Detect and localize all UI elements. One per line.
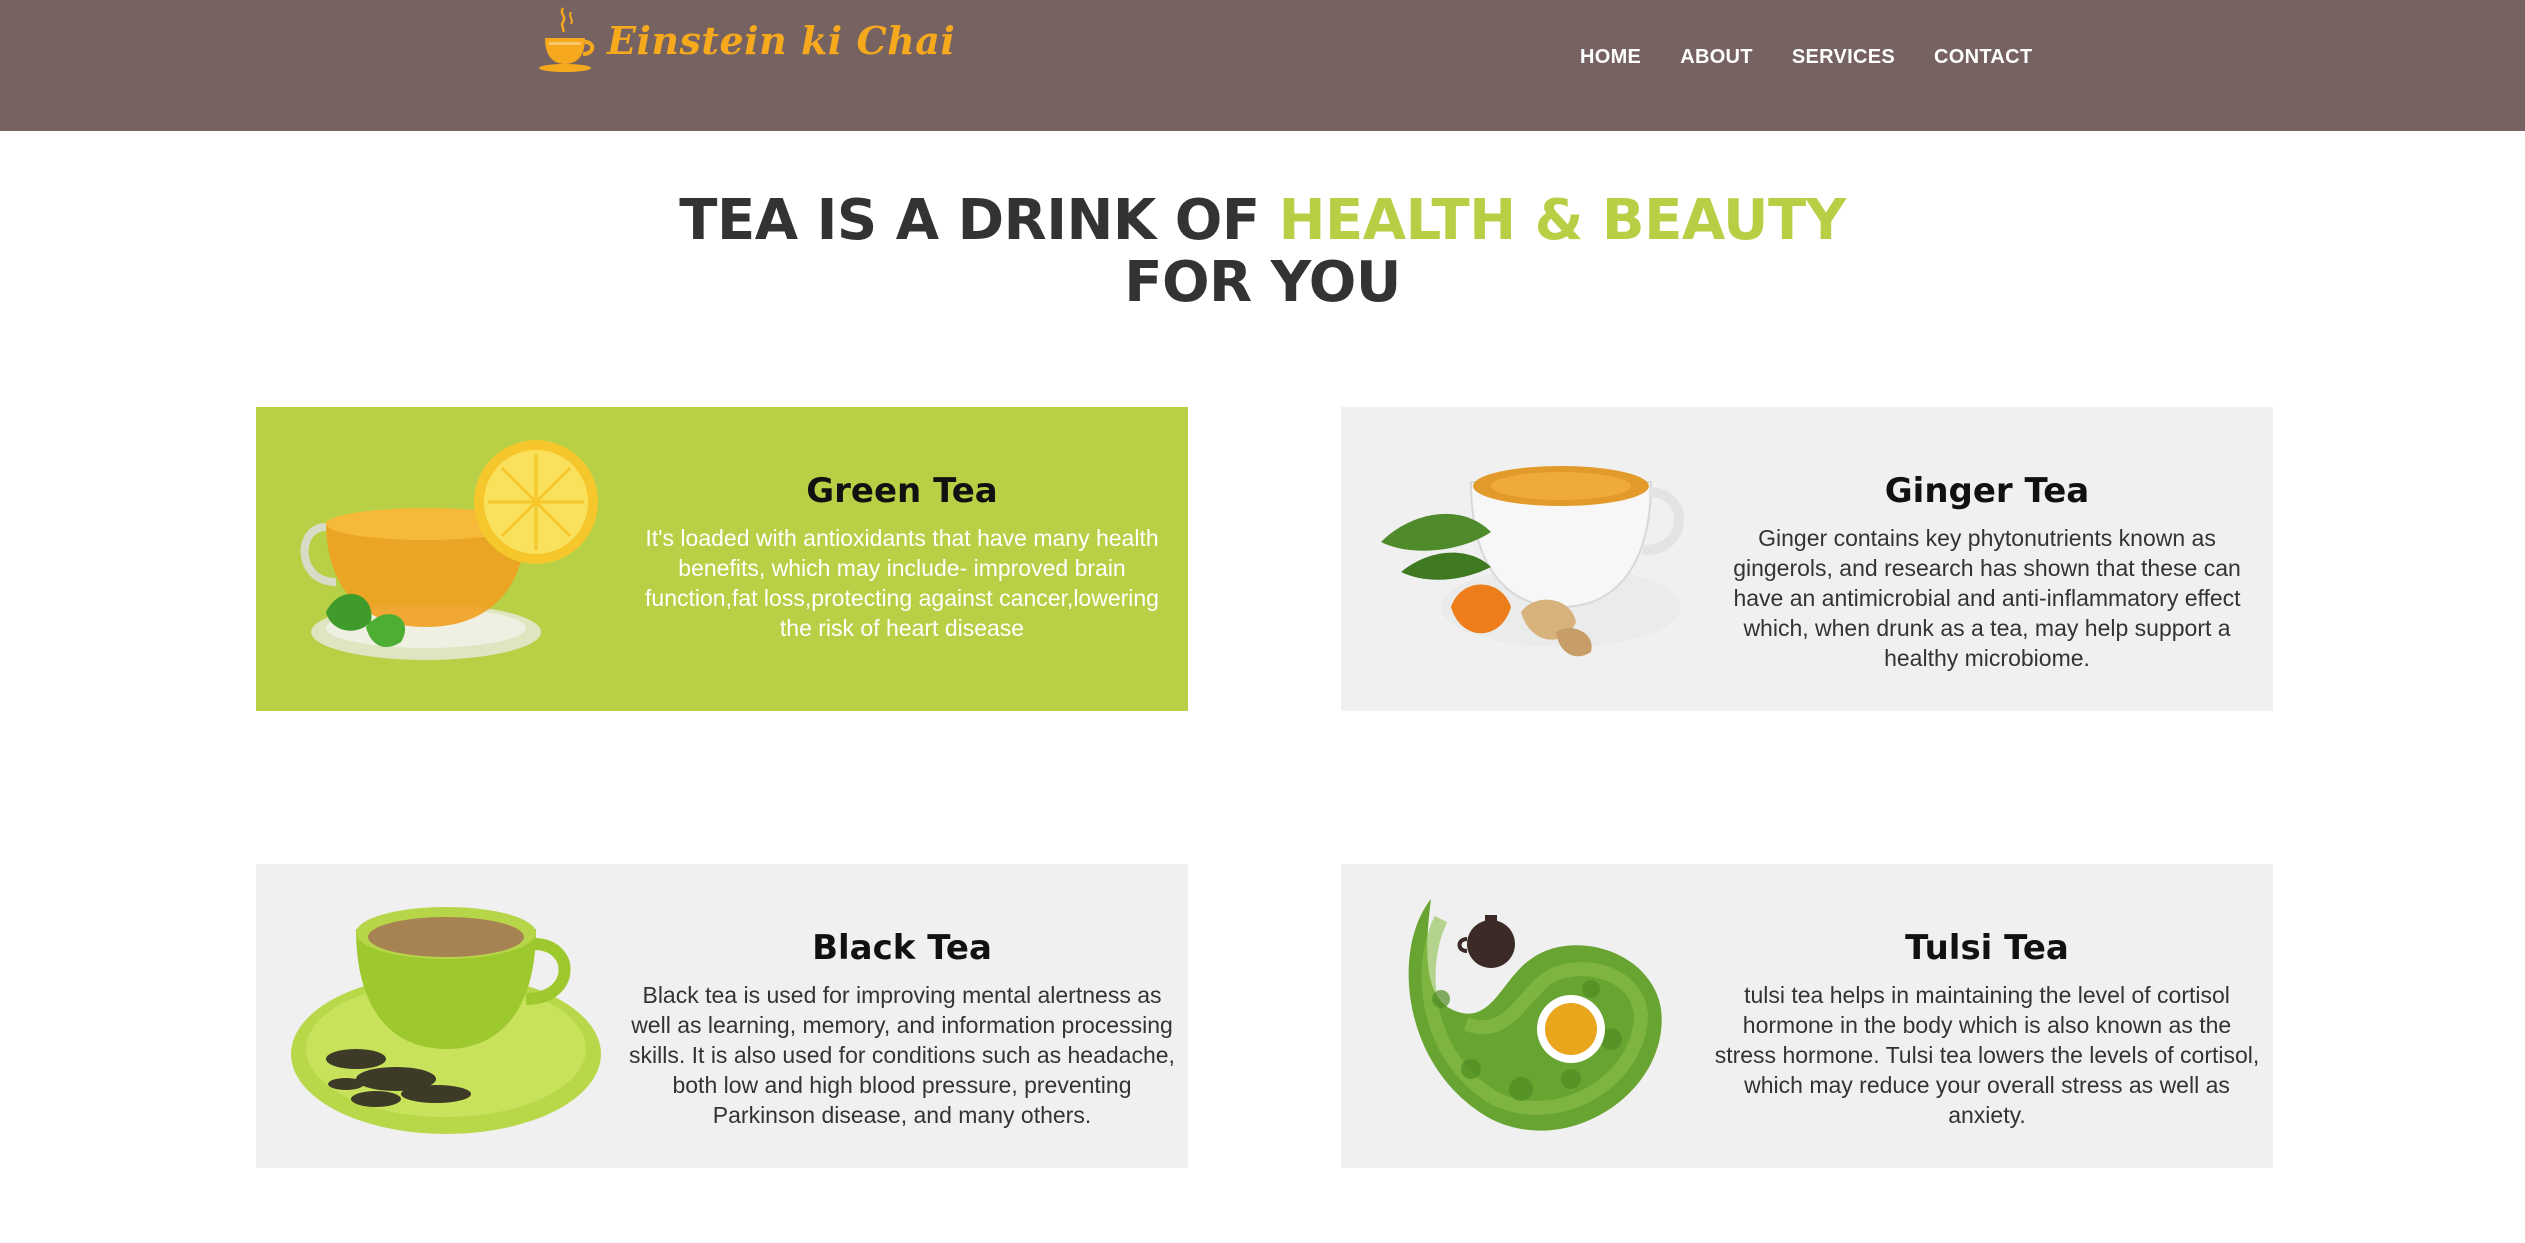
card-description: It's loaded with antioxidants that have … (645, 525, 1159, 641)
nav-contact[interactable]: CONTACT (1934, 46, 2032, 69)
green-tea-cup-image (300, 440, 598, 660)
nav-home[interactable]: HOME (1580, 46, 1641, 69)
tea-card-green: Green Tea It's loaded with antioxidants … (256, 407, 1188, 711)
hero-title: TEA IS A DRINK OF HEALTH & BEAUTY FOR YO… (0, 190, 2525, 314)
hero-line2: FOR YOU (1124, 250, 1401, 315)
tea-card-ginger: Ginger Tea Ginger contains key phytonutr… (1341, 407, 2273, 711)
nav-services[interactable]: SERVICES (1792, 46, 1895, 69)
brand-logo[interactable]: Einstein ki Chai (533, 4, 955, 76)
card-description: tulsi tea helps in maintaining the level… (1714, 982, 2260, 1128)
card-title: Green Tea (806, 471, 998, 511)
card-title: Tulsi Tea (1905, 928, 2069, 968)
tea-card-tulsi: Tulsi Tea tulsi tea helps in maintaining… (1341, 864, 2273, 1168)
black-tea-cup-image (291, 907, 601, 1134)
nav-about[interactable]: ABOUT (1680, 46, 1753, 69)
tea-card-black: Black Tea Black tea is used for improvin… (256, 864, 1188, 1168)
main-nav: HOME ABOUT SERVICES CONTACT (1580, 46, 2032, 69)
card-title: Ginger Tea (1884, 471, 2090, 511)
tea-cup-logo-icon (539, 7, 595, 72)
site-header: Einstein ki Chai HOME ABOUT SERVICES CON… (0, 0, 2525, 131)
card-text: Ginger Tea Ginger contains key phytonutr… (1713, 471, 2261, 673)
tulsi-tea-leaves-image (1408, 899, 1662, 1131)
ginger-tea-cup-image (1381, 466, 1685, 657)
hero-line1-accent: HEALTH & BEAUTY (1278, 188, 1847, 253)
card-text: Green Tea It's loaded with antioxidants … (628, 471, 1176, 643)
card-text: Black Tea Black tea is used for improvin… (628, 928, 1176, 1130)
card-text: Tulsi Tea tulsi tea helps in maintaining… (1713, 928, 2261, 1130)
brand-name: Einstein ki Chai (607, 17, 956, 63)
card-description: Ginger contains key phytonutrients known… (1733, 525, 2241, 671)
hero-line1-prefix: TEA IS A DRINK OF (679, 188, 1279, 253)
card-title: Black Tea (812, 928, 992, 968)
card-description: Black tea is used for improving mental a… (629, 982, 1175, 1128)
